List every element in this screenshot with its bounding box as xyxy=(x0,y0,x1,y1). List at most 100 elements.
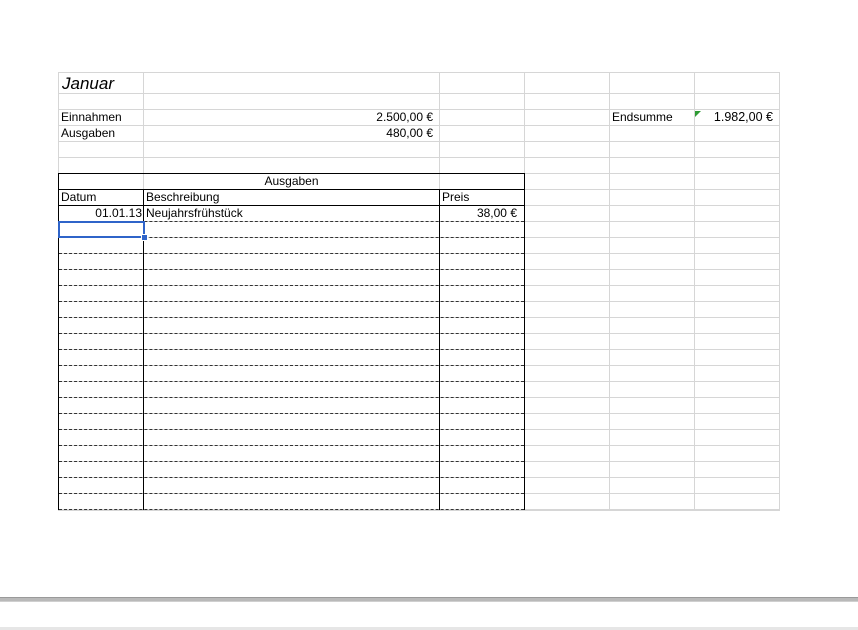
grid-cell[interactable] xyxy=(694,397,780,414)
grid-cell[interactable] xyxy=(524,477,610,494)
grid-cell[interactable] xyxy=(524,381,610,398)
grid-cell[interactable] xyxy=(524,269,610,286)
grid-cell[interactable] xyxy=(524,301,610,318)
grid-cell[interactable] xyxy=(694,285,780,302)
grid-cell[interactable] xyxy=(439,141,525,158)
grid-cell[interactable] xyxy=(524,205,610,222)
grid-cell[interactable] xyxy=(609,509,695,511)
grid-cell[interactable] xyxy=(524,173,610,190)
grid-cell[interactable] xyxy=(143,93,440,110)
grid-cell[interactable] xyxy=(609,72,695,94)
grid-cell[interactable] xyxy=(609,349,695,366)
grid-cell[interactable] xyxy=(524,397,610,414)
grid-cell[interactable] xyxy=(524,317,610,334)
grid-cell[interactable] xyxy=(694,493,780,510)
grid-cell[interactable] xyxy=(58,157,144,174)
row-date[interactable]: 01.01.13 xyxy=(95,206,142,221)
grid-cell[interactable] xyxy=(694,445,780,462)
grid-cell[interactable] xyxy=(524,237,610,254)
grid-cell[interactable] xyxy=(524,445,610,462)
grid-cell[interactable] xyxy=(694,237,780,254)
grid-cell[interactable] xyxy=(524,221,610,238)
grid-cell[interactable] xyxy=(694,269,780,286)
grid-cell[interactable] xyxy=(609,189,695,206)
grid-cell[interactable] xyxy=(609,333,695,350)
row-price[interactable]: 38,00 € xyxy=(477,206,517,221)
grid-cell[interactable] xyxy=(524,125,610,142)
grid-cell[interactable] xyxy=(694,413,780,430)
grid-cell[interactable] xyxy=(694,349,780,366)
grid-cell[interactable] xyxy=(694,509,780,511)
grid-cell[interactable] xyxy=(694,429,780,446)
grid-cell[interactable] xyxy=(439,72,525,94)
grid-cell[interactable] xyxy=(524,365,610,382)
grid-cell[interactable] xyxy=(609,221,695,238)
grid-cell[interactable] xyxy=(609,317,695,334)
grid-cell[interactable] xyxy=(524,72,610,94)
grid-cell[interactable] xyxy=(609,141,695,158)
fill-handle[interactable] xyxy=(141,234,148,241)
grid-cell[interactable] xyxy=(694,333,780,350)
grid-cell[interactable] xyxy=(524,429,610,446)
grid-cell[interactable] xyxy=(439,125,525,142)
grid-cell[interactable] xyxy=(609,253,695,270)
grid-cell[interactable] xyxy=(609,493,695,510)
grid-cell[interactable] xyxy=(524,93,610,110)
grid-cell[interactable] xyxy=(524,141,610,158)
grid-cell[interactable] xyxy=(439,157,525,174)
grid-cell[interactable] xyxy=(524,461,610,478)
grid-cell[interactable] xyxy=(609,237,695,254)
grid-cell[interactable] xyxy=(609,157,695,174)
grid-cell[interactable] xyxy=(609,381,695,398)
grid-cell[interactable] xyxy=(524,253,610,270)
grid-cell[interactable] xyxy=(694,93,780,110)
grid-cell[interactable] xyxy=(609,285,695,302)
grid-cell[interactable] xyxy=(524,509,610,511)
grid-cell[interactable] xyxy=(143,157,440,174)
grid-cell[interactable] xyxy=(609,269,695,286)
grid-cell[interactable] xyxy=(694,365,780,382)
grid-cell[interactable] xyxy=(694,221,780,238)
grid-cell[interactable] xyxy=(439,93,525,110)
grid-cell[interactable] xyxy=(58,93,144,110)
active-cell-selection[interactable] xyxy=(58,221,145,238)
grid-cell[interactable] xyxy=(524,157,610,174)
grid-cell[interactable] xyxy=(609,125,695,142)
grid-cell[interactable] xyxy=(609,173,695,190)
grid-cell[interactable] xyxy=(694,301,780,318)
grid-cell[interactable] xyxy=(524,349,610,366)
grid-cell[interactable] xyxy=(524,109,610,126)
grid-cell[interactable] xyxy=(609,429,695,446)
grid-cell[interactable] xyxy=(694,189,780,206)
grid-cell[interactable] xyxy=(694,317,780,334)
grid-cell[interactable] xyxy=(143,141,440,158)
grid-cell[interactable] xyxy=(609,445,695,462)
grid-cell[interactable] xyxy=(694,141,780,158)
grid-cell[interactable] xyxy=(694,157,780,174)
grid-cell[interactable] xyxy=(694,173,780,190)
grid-cell[interactable] xyxy=(524,189,610,206)
grid-cell[interactable] xyxy=(694,461,780,478)
grid-cell[interactable] xyxy=(524,333,610,350)
grid-cell[interactable] xyxy=(609,477,695,494)
grid-cell[interactable] xyxy=(609,365,695,382)
grid-cell[interactable] xyxy=(609,93,695,110)
grid-cell[interactable] xyxy=(143,72,440,94)
grid-cell[interactable] xyxy=(694,253,780,270)
grid-cell[interactable] xyxy=(609,461,695,478)
grid-cell[interactable] xyxy=(694,125,780,142)
grid-cell[interactable] xyxy=(609,205,695,222)
grid-cell[interactable] xyxy=(694,381,780,398)
grid-cell[interactable] xyxy=(694,72,780,94)
grid-cell[interactable] xyxy=(439,109,525,126)
grid-cell[interactable] xyxy=(524,493,610,510)
grid-cell[interactable] xyxy=(609,413,695,430)
grid-cell[interactable] xyxy=(609,397,695,414)
grid-cell[interactable] xyxy=(58,141,144,158)
grid-cell[interactable] xyxy=(524,285,610,302)
grid-cell[interactable] xyxy=(609,301,695,318)
grid-cell[interactable] xyxy=(694,205,780,222)
row-description[interactable]: Neujahrsfrühstück xyxy=(146,206,243,221)
grid-cell[interactable] xyxy=(524,413,610,430)
grid-cell[interactable] xyxy=(694,477,780,494)
